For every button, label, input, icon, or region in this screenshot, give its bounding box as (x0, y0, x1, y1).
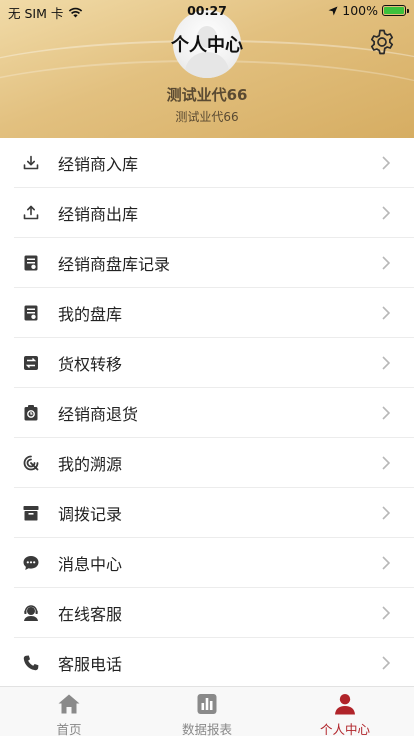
inventory-icon (24, 305, 38, 321)
battery-percent: 100% (342, 3, 378, 18)
transfer-icon (24, 356, 38, 370)
chevron-right-icon (382, 356, 390, 370)
menu-item-label: 客服电话 (58, 655, 123, 674)
menu-item-label: 消息中心 (58, 555, 123, 574)
battery-icon (382, 5, 409, 16)
menu-item-label: 我的盘库 (58, 305, 123, 324)
user-subtitle: 测试业代66 (175, 110, 239, 124)
phone-icon (23, 655, 39, 671)
chevron-right-icon (382, 656, 390, 670)
download-icon (23, 155, 39, 170)
archive-icon (23, 506, 39, 521)
return-icon (24, 405, 38, 421)
status-bar: 无 SIM 卡 00:27 100% (0, 0, 414, 22)
user-icon (335, 694, 355, 715)
support-agent-icon (24, 605, 38, 621)
menu-item-dealer-returns[interactable]: 经销商退货 (0, 388, 414, 438)
bottom-tab-bar: 首页 数据报表 个人中心 (0, 686, 414, 736)
page-title: 个人中心 (171, 35, 243, 56)
menu-item-dealer-inventory-records[interactable]: 经销商盘库记录 (0, 238, 414, 288)
menu-item-my-traceability[interactable]: 我的溯源 (0, 438, 414, 488)
menu-list: 经销商入库 经销商出库 经销商盘库记录 我的盘库 货权转移 经销商退货 我的溯源… (0, 138, 414, 688)
tab-data-reports[interactable]: 数据报表 (138, 687, 276, 736)
menu-item-label: 经销商入库 (58, 155, 139, 174)
menu-item-online-support[interactable]: 在线客服 (0, 588, 414, 638)
menu-item-dealer-outbound[interactable]: 经销商出库 (0, 188, 414, 238)
menu-item-label: 我的溯源 (58, 455, 123, 474)
username: 测试业代66 (166, 86, 248, 104)
menu-item-label: 在线客服 (58, 605, 123, 624)
menu-item-message-center[interactable]: 消息中心 (0, 538, 414, 588)
menu-item-label: 经销商出库 (58, 205, 139, 224)
chevron-right-icon (382, 206, 390, 220)
chevron-right-icon (382, 406, 390, 420)
home-icon (58, 694, 80, 714)
chevron-right-icon (382, 506, 390, 520)
menu-item-support-phone[interactable]: 客服电话 (0, 638, 414, 688)
tab-label: 个人中心 (319, 722, 370, 736)
menu-item-label: 货权转移 (58, 355, 123, 374)
upload-icon (23, 205, 39, 220)
chevron-right-icon (382, 606, 390, 620)
tab-home[interactable]: 首页 (0, 687, 138, 736)
tab-label: 数据报表 (181, 722, 232, 736)
menu-item-label: 经销商退货 (58, 405, 139, 424)
menu-item-my-inventory[interactable]: 我的盘库 (0, 288, 414, 338)
trace-icon (23, 455, 39, 471)
tab-label: 首页 (56, 722, 82, 736)
menu-item-ownership-transfer[interactable]: 货权转移 (0, 338, 414, 388)
menu-item-dealer-inbound[interactable]: 经销商入库 (0, 138, 414, 188)
tab-profile[interactable]: 个人中心 (276, 687, 414, 736)
chevron-right-icon (382, 156, 390, 170)
chevron-right-icon (382, 256, 390, 270)
message-icon (23, 556, 39, 570)
menu-item-label: 经销商盘库记录 (58, 255, 171, 274)
settings-gear-icon[interactable] (368, 28, 396, 56)
chevron-right-icon (382, 456, 390, 470)
menu-item-label: 调拨记录 (58, 505, 123, 524)
chevron-right-icon (382, 306, 390, 320)
inventory-record-icon (24, 255, 38, 271)
chevron-right-icon (382, 556, 390, 570)
menu-item-allocation-records[interactable]: 调拨记录 (0, 488, 414, 538)
location-arrow-icon (328, 6, 338, 15)
bar-chart-icon (197, 694, 217, 714)
